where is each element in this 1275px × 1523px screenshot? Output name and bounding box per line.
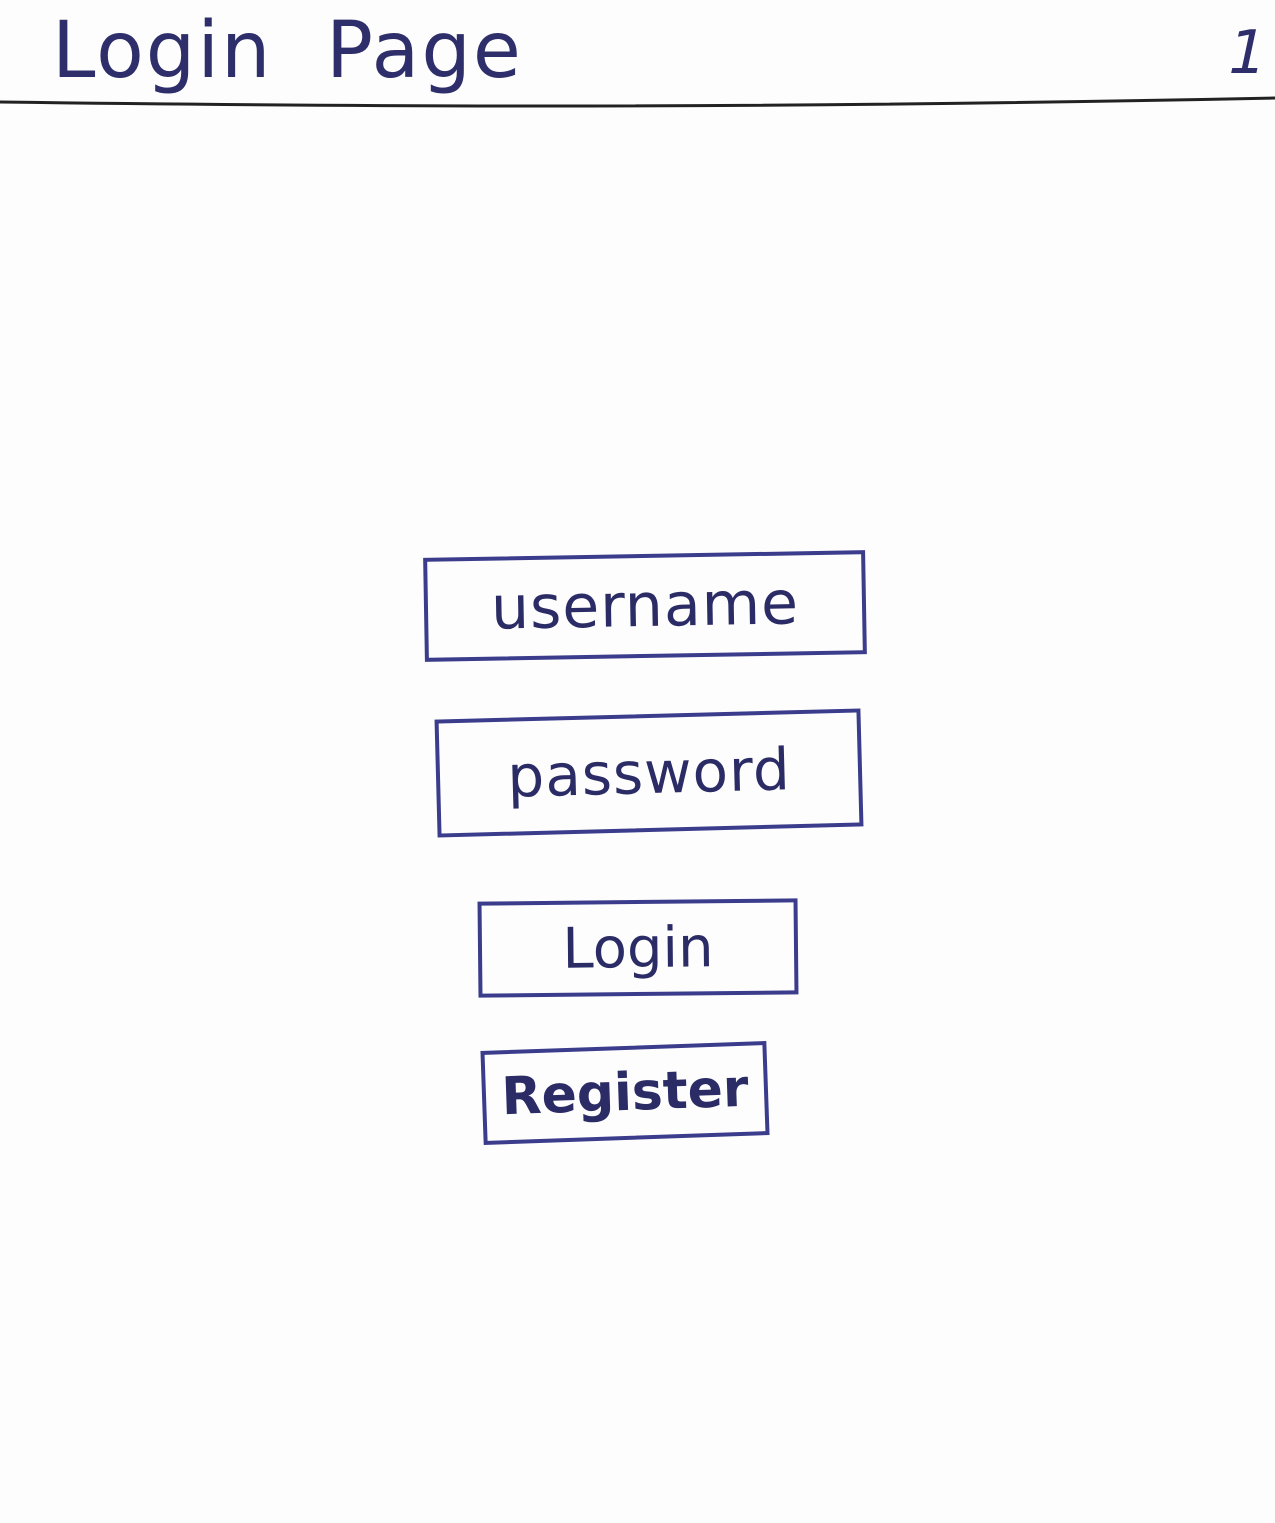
header-divider [0,96,1275,108]
register-button-label: Register [500,1058,750,1128]
username-placeholder: username [490,568,800,644]
password-input[interactable]: password [434,708,864,838]
register-button[interactable]: Register [480,1041,770,1145]
username-input[interactable]: username [423,550,867,662]
password-placeholder: password [506,735,792,811]
page-number: 1 [1220,18,1274,88]
login-button-label: Login [562,914,714,982]
page-title: Login Page [52,6,523,96]
login-button[interactable]: Login [477,898,799,998]
